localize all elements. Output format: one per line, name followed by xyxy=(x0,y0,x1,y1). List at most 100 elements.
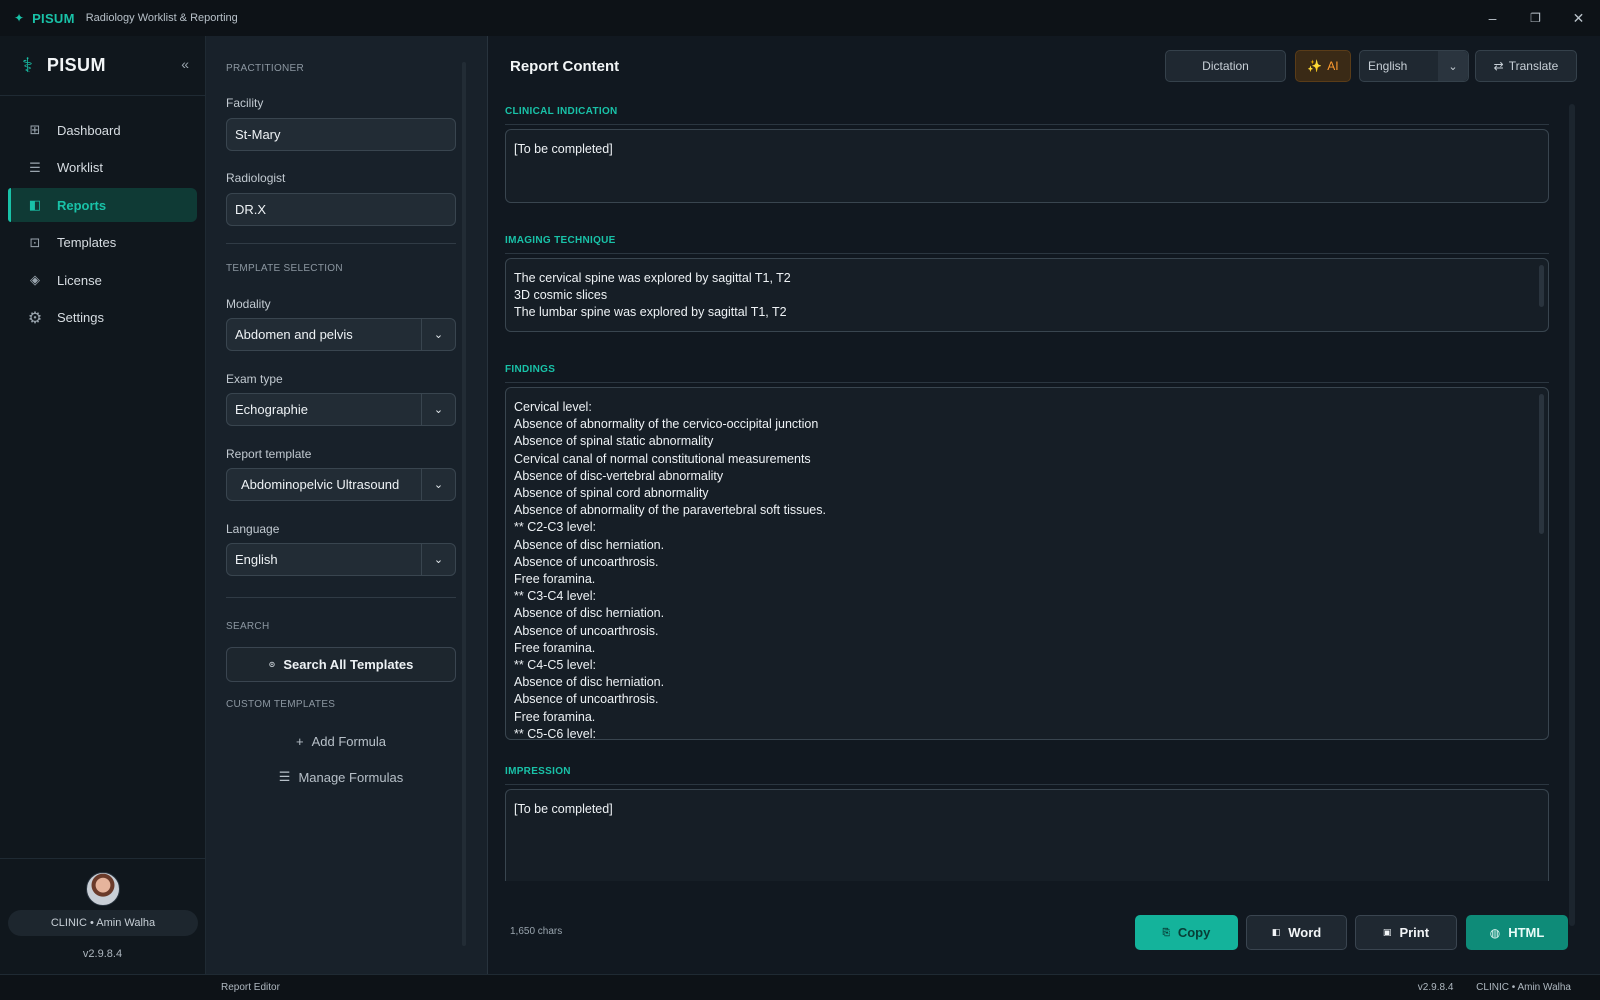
character-count: 1,650 chars xyxy=(510,926,563,937)
translate-button[interactable]: ⇄ Translate xyxy=(1475,50,1577,82)
chevron-down-icon: ⌄ xyxy=(421,394,455,425)
sparkle-icon: ✨ xyxy=(1307,59,1323,73)
imaging-technique-section: IMAGING TECHNIQUE The cervical spine was… xyxy=(505,235,1549,332)
status-bar: Report Editor v2.9.8.4 CLINIC • Amin Wal… xyxy=(0,974,1600,1000)
sidebar-item-label: Templates xyxy=(57,235,117,250)
sidebar-item-license[interactable]: ◈ License xyxy=(8,263,197,297)
license-icon: ◈ xyxy=(30,272,40,287)
collapse-sidebar-icon[interactable]: « xyxy=(181,56,189,72)
search-icon: ⊙ xyxy=(268,660,276,669)
text-line: Cervical level: xyxy=(514,400,592,414)
findings-textarea[interactable]: Cervical level: Absence of abnormality o… xyxy=(505,387,1549,740)
sidebar-item-label: Reports xyxy=(57,197,107,213)
dictation-button[interactable]: Dictation xyxy=(1165,50,1286,82)
app-logo-icon: ✦ xyxy=(14,11,25,25)
status-view-name: Report Editor xyxy=(221,982,280,993)
impression-section: IMPRESSION [To be completed] xyxy=(505,766,1549,881)
main-scrollbar[interactable] xyxy=(1569,104,1575,926)
panel-scrollbar[interactable] xyxy=(462,62,466,946)
textarea-scrollbar[interactable] xyxy=(1539,394,1544,534)
imaging-technique-textarea[interactable]: The cervical spine was explored by sagit… xyxy=(505,258,1549,332)
text-line: Absence of spinal static abnormality xyxy=(514,434,714,449)
export-word-button[interactable]: ◧ Word xyxy=(1246,915,1347,950)
translate-button-label: Translate xyxy=(1508,59,1559,73)
exam-type-value: Echographie xyxy=(235,402,308,417)
text-line: The cervical spine was explored by sagit… xyxy=(514,271,791,285)
status-right: v2.9.8.4 CLINIC • Amin Walha xyxy=(1398,982,1571,993)
text-line: Free foramina. xyxy=(514,572,596,587)
facility-input[interactable]: St-Mary xyxy=(226,118,456,151)
add-formula-button[interactable]: + Add Formula xyxy=(226,728,456,754)
report-template-select[interactable]: Abdominopelvic Ultrasound ⌄ xyxy=(226,468,456,501)
dashboard-icon: ⊞ xyxy=(29,122,41,137)
title-bar: ✦ PISUM Radiology Worklist & Reporting –… xyxy=(0,0,1600,36)
copy-button-label: Copy xyxy=(1177,925,1211,940)
text-line: 3D cosmic slices xyxy=(514,288,608,303)
divider xyxy=(505,253,1549,254)
impression-textarea[interactable]: [To be completed] xyxy=(505,789,1549,881)
language-select[interactable]: English ⌄ xyxy=(226,543,456,576)
ai-button[interactable]: ✨ AI xyxy=(1295,50,1351,82)
modality-select[interactable]: Abdomen and pelvis ⌄ xyxy=(226,318,456,351)
exam-type-select[interactable]: Echographie ⌄ xyxy=(226,393,456,426)
status-user: CLINIC • Amin Walha xyxy=(1476,982,1571,993)
translation-language-select[interactable]: English ⌄ xyxy=(1359,50,1469,82)
text-line: Absence of uncoarthrosis. xyxy=(514,692,659,707)
template-selection-title: TEMPLATE SELECTION xyxy=(226,263,343,274)
maximize-button[interactable]: ❐ xyxy=(1514,0,1557,36)
text-line: ** C4-C5 level: xyxy=(514,658,596,673)
swap-icon: ⇄ xyxy=(1493,59,1504,73)
window-controls: – ❐ ✕ xyxy=(1471,0,1600,36)
clinical-indication-textarea[interactable]: [To be completed] xyxy=(505,129,1549,203)
divider xyxy=(226,597,456,598)
close-button[interactable]: ✕ xyxy=(1557,0,1600,36)
divider xyxy=(505,124,1549,125)
status-version: v2.9.8.4 xyxy=(1417,982,1454,993)
list-icon: ☰ xyxy=(29,159,41,175)
html-button-label: HTML xyxy=(1508,925,1545,940)
modality-value: Abdomen and pelvis xyxy=(235,327,353,342)
section-title: IMAGING TECHNIQUE xyxy=(505,235,616,246)
section-title: IMPRESSION xyxy=(505,766,571,777)
gear-icon: ⚙ xyxy=(27,309,43,327)
caduceus-icon: ⚕ xyxy=(22,55,33,77)
text-line: ** C2-C3 level: xyxy=(514,520,596,535)
radiologist-label: Radiologist xyxy=(226,171,286,185)
minimize-button[interactable]: – xyxy=(1471,0,1514,36)
print-button-label: Print xyxy=(1399,925,1430,940)
avatar[interactable] xyxy=(86,872,120,906)
sidebar-item-templates[interactable]: ⊡ Templates xyxy=(8,226,197,260)
manage-formulas-button[interactable]: ☰ Manage Formulas xyxy=(226,764,456,790)
custom-templates-title: CUSTOM TEMPLATES xyxy=(226,699,336,710)
text-line: Absence of abnormality of the cervico-oc… xyxy=(514,417,819,432)
export-html-button[interactable]: ◍ HTML xyxy=(1466,915,1568,950)
text-line: Free foramina. xyxy=(514,709,596,724)
sidebar-item-dashboard[interactable]: ⊞ Dashboard xyxy=(8,113,197,147)
sidebar-item-settings[interactable]: ⚙ Settings xyxy=(8,301,197,335)
radiologist-input[interactable]: DR.X xyxy=(226,193,456,226)
translation-language-value: English xyxy=(1368,59,1408,73)
copy-button[interactable]: ⎘ Copy xyxy=(1135,915,1238,950)
plus-icon: + xyxy=(295,733,304,749)
text-line: ** C5-C6 level: xyxy=(514,726,596,740)
report-form-panel: PRACTITIONER Facility St-Mary Radiologis… xyxy=(206,36,488,974)
chevron-down-icon: ⌄ xyxy=(421,469,455,500)
divider xyxy=(505,784,1549,785)
report-template-value: Abdominopelvic Ultrasound xyxy=(241,477,400,492)
exam-type-label: Exam type xyxy=(226,372,283,386)
clinical-indication-section: CLINICAL INDICATION [To be completed] xyxy=(505,106,1549,203)
copy-icon: ⎘ xyxy=(1162,927,1170,937)
search-all-templates-button[interactable]: ⊙ Search All Templates xyxy=(226,647,456,682)
textarea-scrollbar[interactable] xyxy=(1539,265,1544,307)
text-line: Absence of spinal cord abnormality xyxy=(514,486,709,501)
facility-label: Facility xyxy=(226,96,264,110)
sidebar-footer: CLINIC • Amin Walha v2.9.8.4 xyxy=(0,858,205,974)
page-title: Report Content xyxy=(510,58,620,75)
sidebar-item-worklist[interactable]: ☰ Worklist xyxy=(8,151,197,185)
sidebar-item-label: Settings xyxy=(57,310,104,325)
sidebar-item-reports[interactable]: ◧ Reports xyxy=(8,188,197,222)
user-badge[interactable]: CLINIC • Amin Walha xyxy=(8,910,198,936)
sidebar-brand: ⚕ PISUM « xyxy=(0,36,205,96)
print-button[interactable]: ▣ Print xyxy=(1355,915,1457,950)
text-line: Absence of disc herniation. xyxy=(514,675,665,690)
